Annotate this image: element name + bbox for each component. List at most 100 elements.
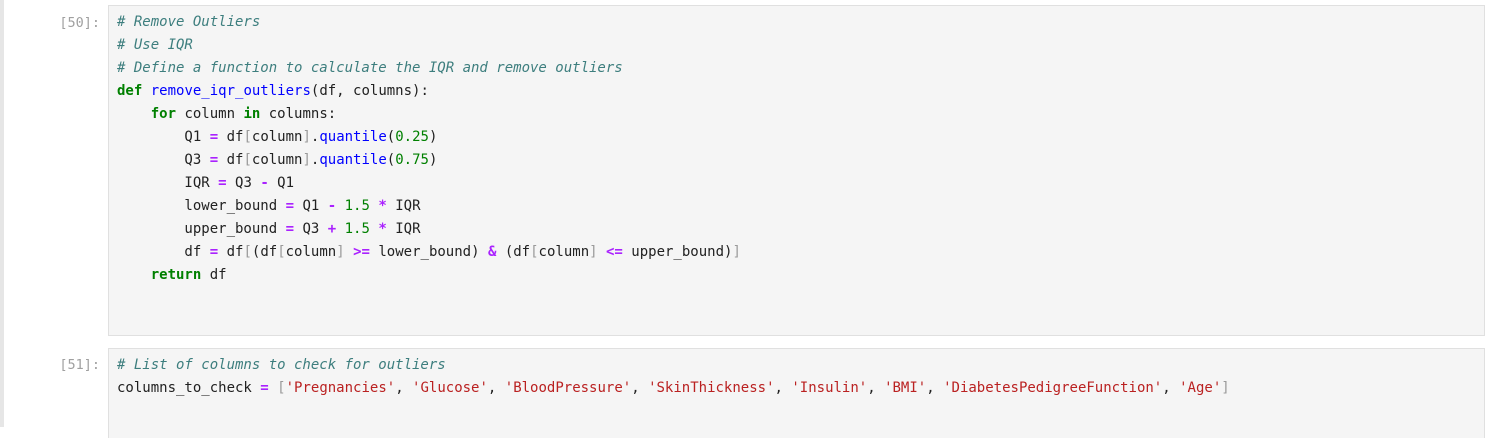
- execution-count-label: [51]:: [59, 357, 100, 373]
- code-text: (: [386, 129, 396, 145]
- code-text: lower_bound: [117, 198, 286, 214]
- comment-token: # Remove Outliers: [117, 14, 261, 30]
- code-text: column: [251, 152, 303, 168]
- code-text: ,: [1162, 380, 1180, 396]
- function-name-token: quantile: [319, 129, 387, 145]
- code-text: columns_to_check: [117, 380, 261, 396]
- code-text: ,: [926, 380, 944, 396]
- code-text: ,: [774, 380, 792, 396]
- bracket-token: [: [277, 380, 286, 396]
- bracket-token: ]: [302, 129, 311, 145]
- bracket-token: ]: [732, 244, 741, 260]
- comment-token: # Use IQR: [117, 37, 193, 53]
- string-token: 'BMI': [884, 380, 927, 396]
- code-text: column: [176, 106, 244, 122]
- operator-token: =: [285, 221, 295, 237]
- operator-token: <=: [606, 244, 623, 260]
- number-token: 1.5: [344, 221, 370, 237]
- code-text: ,: [395, 380, 413, 396]
- code-line: # Use IQR: [117, 34, 193, 57]
- code-text: Q3: [117, 152, 210, 168]
- bracket-token: ]: [589, 244, 598, 260]
- code-text: (: [386, 152, 396, 168]
- operator-token: *: [378, 221, 387, 237]
- operator-token: =: [218, 175, 227, 191]
- code-text: column: [251, 129, 303, 145]
- bracket-token: [: [243, 152, 252, 168]
- code-line: # Define a function to calculate the IQR…: [117, 57, 623, 80]
- code-line: columns_to_check = ['Pregnancies', 'Gluc…: [117, 377, 1230, 400]
- operator-token: -: [327, 198, 337, 214]
- bracket-token: ]: [336, 244, 345, 260]
- code-text: lower_bound): [369, 244, 488, 260]
- code-text: IQR: [386, 198, 421, 214]
- code-line: return df: [117, 264, 227, 287]
- code-text: ): [428, 129, 438, 145]
- bracket-token: [: [277, 244, 286, 260]
- code-text: Q3: [294, 221, 328, 237]
- code-text: IQR: [386, 221, 421, 237]
- code-text: (df: [496, 244, 531, 260]
- operator-token: -: [260, 175, 269, 191]
- code-line: IQR = Q3 - Q1: [117, 172, 294, 195]
- code-line: for column in columns:: [117, 103, 336, 126]
- code-cell-50[interactable]: [50]: # Remove Outliers # Use IQR # Define…: [0, 0, 1495, 340]
- code-text: column: [538, 244, 590, 260]
- code-line: # List of columns to check for outliers: [117, 354, 446, 377]
- string-token: 'DiabetesPedigreeFunction': [943, 380, 1163, 396]
- string-token: 'Glucose': [412, 380, 488, 396]
- code-line: def remove_iqr_outliers(df, columns):: [117, 80, 429, 103]
- string-token: 'Insulin': [791, 380, 868, 396]
- code-text: ,: [487, 380, 505, 396]
- code-line: Q3 = df[column].quantile(0.75): [117, 149, 437, 172]
- string-token: 'Pregnancies': [285, 380, 396, 396]
- operator-token: *: [378, 198, 387, 214]
- operator-token: =: [285, 198, 295, 214]
- code-editor[interactable]: # Remove Outliers # Use IQR # Define a fun…: [108, 5, 1485, 336]
- keyword-token: for: [150, 106, 177, 122]
- code-text: Q1: [117, 129, 210, 145]
- number-token: 1.5: [344, 198, 370, 214]
- keyword-token: def: [117, 83, 143, 99]
- bracket-token: ]: [302, 152, 311, 168]
- operator-token: =: [209, 129, 219, 145]
- keyword-token: in: [243, 106, 261, 122]
- code-text: ,: [631, 380, 649, 396]
- function-name-token: quantile: [319, 152, 387, 168]
- keyword-token: return: [150, 267, 202, 283]
- code-text: upper_bound: [117, 221, 286, 237]
- code-text: Q1: [268, 175, 295, 191]
- execution-count-label: [50]:: [59, 15, 100, 31]
- code-text: ,: [867, 380, 885, 396]
- code-line: lower_bound = Q1 - 1.5 * IQR: [117, 195, 421, 218]
- function-name-token: remove_iqr_outliers: [150, 83, 311, 99]
- code-line: upper_bound = Q3 + 1.5 * IQR: [117, 218, 421, 241]
- operator-token: >=: [353, 244, 370, 260]
- comment-token: # List of columns to check for outliers: [117, 357, 446, 373]
- code-text: upper_bound): [622, 244, 733, 260]
- operator-token: =: [209, 244, 219, 260]
- code-text: df: [201, 267, 227, 283]
- code-line: Q1 = df[column].quantile(0.25): [117, 126, 437, 149]
- operator-token: =: [260, 380, 269, 396]
- code-line: df = df[(df[column] >= lower_bound) & (d…: [117, 241, 741, 264]
- bracket-token: [: [530, 244, 539, 260]
- code-text: df: [218, 152, 244, 168]
- code-text: IQR: [117, 175, 219, 191]
- code-text: (df, columns):: [310, 83, 429, 99]
- string-token: 'BloodPressure': [504, 380, 632, 396]
- code-cell-51[interactable]: [51]: # List of columns to check for out…: [0, 345, 1495, 438]
- code-text: column: [285, 244, 337, 260]
- code-text: df: [218, 244, 244, 260]
- code-editor[interactable]: # List of columns to check for outliers c…: [108, 348, 1485, 438]
- code-text: df: [117, 244, 210, 260]
- bracket-token: [: [243, 129, 252, 145]
